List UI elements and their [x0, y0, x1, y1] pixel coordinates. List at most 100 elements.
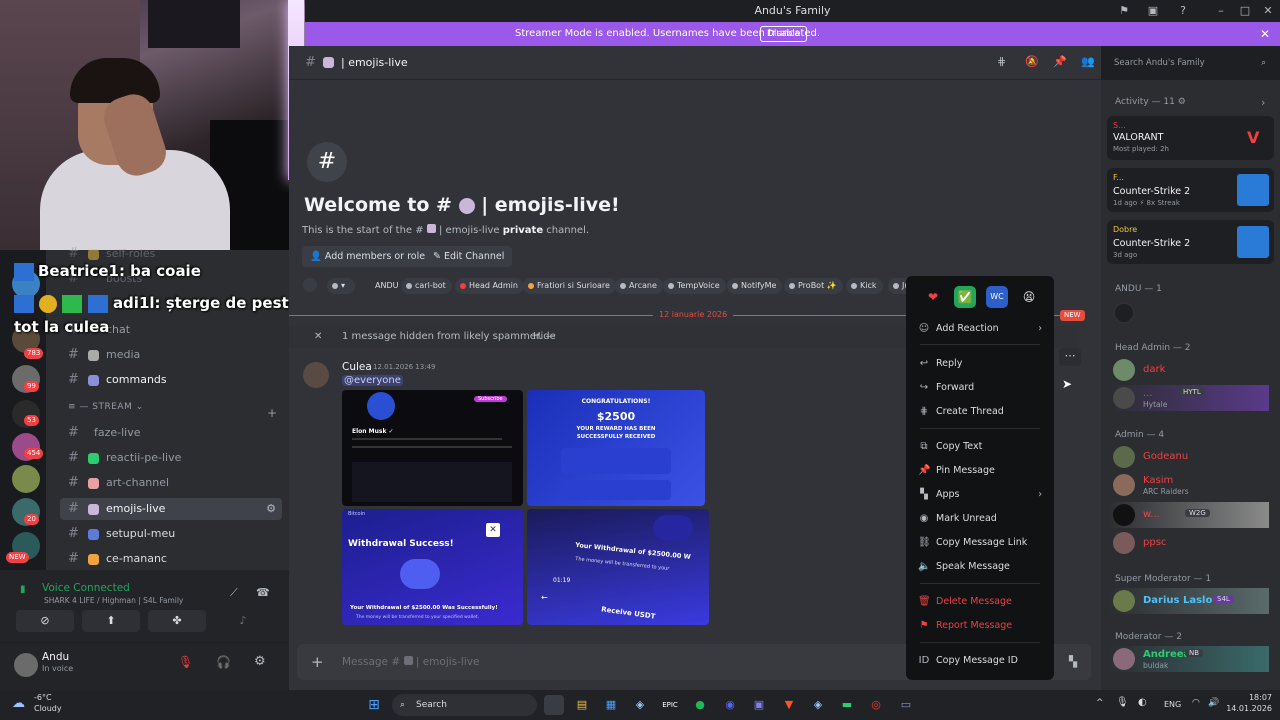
member-item[interactable]: Darius Laslo S4L: [1109, 588, 1269, 614]
member-item[interactable]: w... W2G: [1109, 502, 1269, 528]
category-stream[interactable]: ≡ — STREAM ⌄: [68, 402, 144, 412]
members-icon[interactable]: 👥: [1081, 55, 1095, 68]
explorer-icon[interactable]: ▤: [572, 695, 592, 715]
channel-faze-live[interactable]: # faze-live: [60, 422, 282, 444]
attachment-image[interactable]: Your Withdrawal of $2500.00 W The money …: [527, 509, 709, 625]
role-tag[interactable]: NotifyMe: [727, 278, 783, 294]
add-members-button[interactable]: 👤 Add members or roles: [302, 246, 439, 267]
wifi-icon[interactable]: ◠: [1192, 698, 1200, 708]
screen-icon[interactable]: ▣: [1141, 0, 1165, 22]
channel-reactii-pe-live[interactable]: # reactii-pe-live: [60, 447, 282, 469]
settings-icon[interactable]: ⚙: [254, 654, 266, 669]
tray-icon[interactable]: ◐: [1138, 697, 1147, 708]
apps-icon[interactable]: ▚: [1069, 644, 1077, 680]
wc-emoji[interactable]: WC: [986, 286, 1008, 308]
brave-icon[interactable]: ▼: [779, 695, 799, 715]
activity-card[interactable]: S... VALORANT Most played: 2h V: [1107, 116, 1274, 160]
attachment-image[interactable]: CONGRATULATIONS! $2500 YOUR REWARD HAS B…: [527, 390, 705, 506]
member-item[interactable]: Kasim ARC Raiders: [1109, 472, 1269, 498]
activity-header[interactable]: Activity — 11 ⚙: [1115, 97, 1186, 107]
menu-apps[interactable]: ▚ Apps ›: [914, 484, 1046, 506]
heart-emoji[interactable]: ❤: [922, 286, 944, 308]
attachment-image[interactable]: Subscribe Elon Musk ✓: [342, 390, 523, 506]
soundboard-button[interactable]: ♪: [214, 610, 272, 632]
epic-icon[interactable]: EPIC: [660, 695, 680, 715]
taskbar-search[interactable]: ⌕ Search: [392, 694, 537, 716]
close-icon[interactable]: ✕: [314, 326, 322, 348]
mic-icon[interactable]: 🎙: [1116, 697, 1129, 708]
attachment-image[interactable]: Bitcoin ✕ Withdrawal Success! Your Withd…: [342, 509, 523, 625]
chevron-right-icon[interactable]: ›: [1261, 96, 1265, 109]
menu-delete-message[interactable]: 🗑 Delete Message: [914, 591, 1046, 613]
menu-copy-text[interactable]: ⧉ Copy Text: [914, 436, 1046, 458]
chrome-icon[interactable]: ◎: [866, 695, 886, 715]
channel-media[interactable]: # media: [60, 344, 282, 366]
voice-channel[interactable]: SHARK 4 LIFE / Highman | S4L Family: [44, 596, 183, 605]
role-tag[interactable]: TempVoice: [663, 278, 726, 294]
channel-emojis-live[interactable]: # emojis-live ⚙: [60, 498, 282, 520]
channel-art-channel[interactable]: # art-channel: [60, 472, 282, 494]
edit-channel-button[interactable]: ✎ Edit Channel: [425, 246, 513, 267]
server-icon[interactable]: [12, 465, 40, 493]
role-tag[interactable]: Arcane: [615, 278, 663, 294]
menu-copy-id[interactable]: ID Copy Message ID: [914, 650, 1046, 672]
message-input[interactable]: Message # | emojis-live: [342, 644, 479, 680]
steam-icon[interactable]: ◈: [630, 695, 650, 715]
role-tag[interactable]: Fratiori si Surioare: [523, 278, 616, 294]
role-tag[interactable]: ▾: [327, 278, 356, 294]
language[interactable]: ENG: [1164, 700, 1181, 709]
disable-button[interactable]: Disable: [760, 26, 808, 42]
channel-ce-mananc[interactable]: # ce-mananc: [60, 548, 282, 570]
member-item[interactable]: Andreea NB buldak: [1109, 646, 1269, 672]
threads-icon[interactable]: ⋕: [997, 55, 1006, 68]
volume-icon[interactable]: 🔊: [1208, 698, 1219, 708]
add-attachment-icon[interactable]: +: [311, 644, 324, 680]
close-window-icon[interactable]: ✕: [1256, 0, 1280, 22]
app-icon[interactable]: ▭: [896, 695, 916, 715]
deafen-icon[interactable]: 🎧: [216, 655, 231, 669]
steam-icon[interactable]: ◈: [808, 695, 828, 715]
tray-chevron-icon[interactable]: ^: [1096, 698, 1104, 708]
avatar[interactable]: [303, 362, 329, 388]
minimize-icon[interactable]: –: [1209, 0, 1233, 22]
menu-pin-message[interactable]: 📌 Pin Message: [914, 460, 1046, 482]
camera-button[interactable]: ⊘: [16, 610, 74, 632]
menu-forward[interactable]: ↪ Forward: [914, 377, 1046, 399]
menu-mark-unread[interactable]: ◉ Mark Unread: [914, 508, 1046, 530]
help-icon[interactable]: ?: [1171, 0, 1195, 22]
member-item[interactable]: ppsc: [1109, 530, 1269, 556]
activity-card[interactable]: Dobre Counter-Strike 2 3d ago: [1107, 220, 1274, 264]
disconnect-icon[interactable]: ☎: [256, 586, 270, 599]
close-banner-icon[interactable]: ✕: [1260, 22, 1270, 46]
menu-reply[interactable]: ↩ Reply: [914, 353, 1046, 375]
clock-date[interactable]: 14.01.2026: [1222, 704, 1272, 713]
teams-icon[interactable]: ▣: [749, 695, 769, 715]
spotify-icon[interactable]: ●: [690, 695, 710, 715]
avatar[interactable]: [14, 653, 38, 677]
role-tag[interactable]: Head Admin: [455, 278, 524, 294]
menu-add-reaction[interactable]: ☺ Add Reaction ›: [914, 318, 1046, 340]
notifications-icon[interactable]: 🔕: [1025, 55, 1039, 68]
member-item[interactable]: [1109, 300, 1269, 326]
inbox-icon[interactable]: ⚑: [1112, 0, 1136, 22]
role-tag[interactable]: ANDU: [361, 278, 404, 294]
member-item[interactable]: Godeanu: [1109, 444, 1269, 470]
add-channel-icon[interactable]: +: [267, 406, 277, 420]
menu-create-thread[interactable]: ⋕ Create Thread: [914, 401, 1046, 423]
mention[interactable]: @everyone: [342, 375, 403, 386]
activity-card[interactable]: F... Counter-Strike 2 1d ago ⚡ 8x Streak: [1107, 168, 1274, 212]
role-tag[interactable]: ProBot ✨: [784, 278, 843, 294]
more-options-icon[interactable]: ⋯: [1059, 348, 1081, 366]
tired-emoji[interactable]: 😫: [1018, 286, 1040, 308]
menu-copy-link[interactable]: ⛓ Copy Message Link: [914, 532, 1046, 554]
discord-icon[interactable]: ◉: [720, 695, 740, 715]
check-emoji[interactable]: ✅: [954, 286, 976, 308]
store-icon[interactable]: ▦: [601, 695, 621, 715]
activities-button[interactable]: ✤: [148, 610, 206, 632]
member-item[interactable]: dark: [1109, 357, 1269, 383]
pin-icon[interactable]: 📌: [1053, 55, 1067, 68]
maximize-icon[interactable]: □: [1233, 0, 1257, 22]
member-item[interactable]: ... HYTL Hytale: [1109, 385, 1269, 411]
role-tag[interactable]: Kick: [846, 278, 883, 294]
role-tag[interactable]: carl-bot: [401, 278, 452, 294]
